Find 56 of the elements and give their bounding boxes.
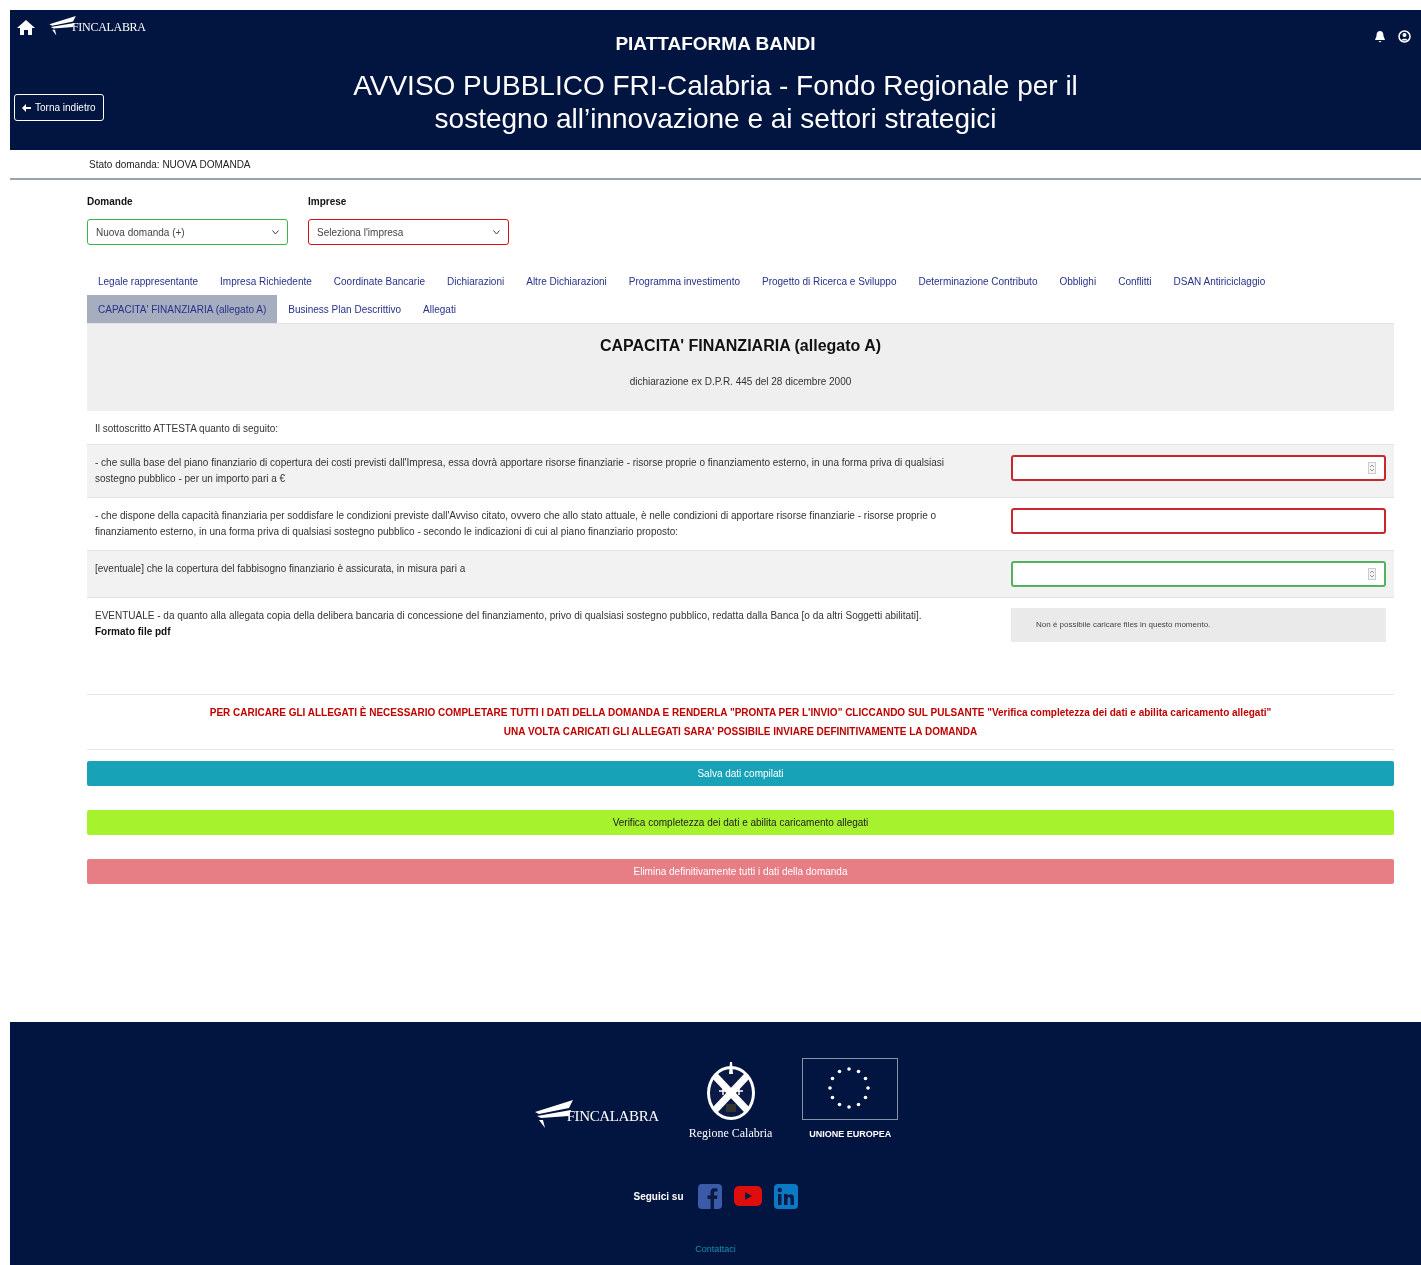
status-text: Stato domanda: NUOVA DOMANDA	[89, 157, 251, 172]
dropdown[interactable]: Nuova domanda (+)	[87, 219, 288, 245]
verify-button[interactable]: Verifica completezza dei dati e abilita caricamento allegati	[87, 810, 1394, 835]
play-icon[interactable]	[733, 1186, 762, 1206]
facebook-icon[interactable]	[697, 1183, 722, 1209]
tab[interactable]: Business Plan Descrittivo	[277, 295, 413, 323]
bell-icon[interactable]	[1374, 30, 1386, 43]
star-circle-flag-icon	[802, 1058, 899, 1120]
tab[interactable]: Legale rappresentante	[87, 267, 210, 295]
home-icon[interactable]	[16, 19, 36, 36]
spinner-icon[interactable]	[1368, 462, 1376, 474]
input-field[interactable]	[1011, 455, 1386, 481]
warning-text: PER CARICARE GLI ALLEGATI È NECESSARIO COMPLETARE TUTTI I DATI DELLA DOMANDA E RENDERLA "PRONTA PER L'INVIO" CLICCANDO SUL PULSANTE "Verifica completezza dei dati e abilita caricamento allegati"	[209, 705, 1272, 720]
arrow-left-icon	[22, 103, 31, 112]
tab[interactable]: CAPACITA' FINANZIARIA (allegato A)	[87, 295, 278, 323]
region-text: Regione Calabria	[688, 1124, 773, 1142]
upload-message: Non è possibile caricare files in questo momento.	[1036, 619, 1211, 631]
field-label: Domande	[87, 195, 134, 209]
field-label: Imprese	[308, 195, 348, 209]
logo-text: FINCALABRA	[566, 1107, 659, 1126]
spinner-icon[interactable]	[1368, 568, 1376, 580]
warning-text: UNA VOLTA CARICATI GLI ALLEGATI SARA' POSSIBILE INVIARE DEFINITIVAMENTE LA DOMANDA	[503, 725, 978, 739]
eu-text: UNIONE EUROPEA	[809, 1128, 892, 1141]
section-title: CAPACITA' FINANZIARIA (allegato A)	[599, 336, 882, 356]
tab[interactable]: Progetto di Ricerca e Sviluppo	[750, 267, 908, 295]
tab[interactable]: DSAN Antiriciclaggio	[1162, 267, 1277, 295]
user-icon[interactable]	[1398, 30, 1411, 43]
tab[interactable]: Altre Dichiarazioni	[515, 267, 618, 295]
chevron-down-icon	[272, 229, 279, 235]
back-button[interactable]: Torna indietro	[14, 94, 104, 121]
tab[interactable]: Dichiarazioni	[435, 267, 516, 295]
section-subtitle: dichiarazione ex D.P.R. 445 del 28 dicembre 2000	[629, 375, 852, 389]
platform-title: PIATTAFORMA BANDI	[615, 32, 816, 56]
input-field[interactable]	[1011, 508, 1386, 534]
note-text: Formato file pdf	[95, 625, 172, 639]
tab[interactable]: Obblighi	[1048, 267, 1108, 295]
chevron-down-icon	[493, 229, 500, 235]
statement-text: [eventuale] che la copertura del fabbisogno finanziario è assicurata, in misura pari a	[95, 562, 467, 576]
tab[interactable]: Allegati	[412, 295, 467, 323]
tab[interactable]: Impresa Richiedente	[209, 267, 323, 295]
page-title: AVVISO PUBBLICO FRI-Calabria - Fondo Regionale per il sostegno all’innovazione e ai settori strategici	[352, 68, 1079, 135]
contact-link[interactable]: Contattaci	[695, 1242, 736, 1256]
tab[interactable]: Conflitti	[1107, 267, 1163, 295]
intro-text: Il sottoscritto ATTESTA quanto di seguito:	[94, 422, 280, 436]
statement-text: EVENTUALE - da quanto alla allegata copia della delibera bancaria di concessione del finanziamento, privo di qualsiasi sostegno pubblico, redatta dalla Banca [o da altri Soggetti abilitati].	[95, 609, 923, 623]
tab[interactable]: Coordinate Bancarie	[322, 267, 436, 295]
crest-icon	[704, 1059, 757, 1122]
logo-text: FINCALABRA	[72, 19, 146, 36]
dropdown[interactable]: Seleziona l'impresa	[308, 219, 509, 245]
statement-text: - che sulla base del piano finanziario di copertura dei costi previsti dall'Impresa, essa dovrà apportare risorse finanziarie - risorse proprie o finanziamento esterno, in una forma priva di qualsiasi sostegno pubblico - per un importo pari a €	[95, 456, 945, 486]
follow-label: Seguici su	[633, 1189, 684, 1204]
statement-text: - che dispone della capacità finanziaria per soddisfare le condizioni previste dall'Avviso citato, ovvero che allo stato attuale, è nelle condizioni di apportare risorse finanziarie - risorse proprie o finanziamento esterno, in una forma priva di qualsiasi sostegno pubblico - secondo le indicazioni di cui al piano finanziario proposto:	[95, 509, 938, 539]
tab[interactable]: Determinazione Contributo	[907, 267, 1049, 295]
linkedin-icon[interactable]	[773, 1183, 798, 1209]
input-field[interactable]	[1011, 561, 1386, 587]
tab[interactable]: Programma investimento	[617, 267, 751, 295]
